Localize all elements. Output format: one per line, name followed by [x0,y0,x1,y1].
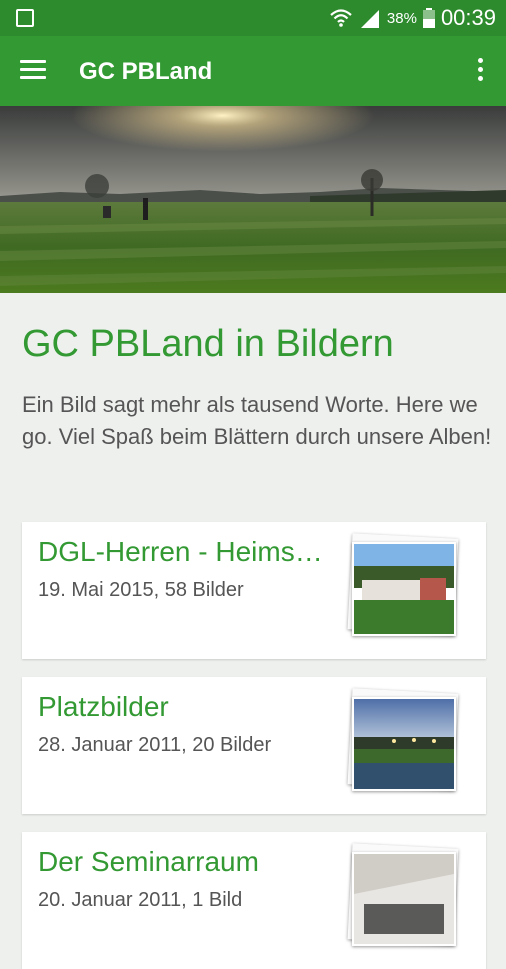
album-card[interactable]: Der Seminarraum 20. Januar 2011, 1 Bild [22,832,486,969]
album-title: Der Seminarraum [38,846,259,877]
menu-icon[interactable] [20,60,46,80]
page-title: GC PBLand in Bildern [22,323,394,365]
app-title: GC PBLand [79,58,213,85]
clock: 00:39 [440,5,496,30]
wifi-icon [330,9,352,27]
album-card[interactable]: Platzbilder 28. Januar 2011, 20 Bilder [22,677,486,814]
album-meta: 19. Mai 2015, 58 Bilder [38,579,244,601]
album-meta: 28. Januar 2011, 20 Bilder [38,734,272,756]
battery-percent: 38% [386,9,417,27]
album-thumbnail [347,533,460,640]
battery-icon [422,8,435,28]
more-options-icon[interactable] [478,58,484,84]
signal-icon [360,10,379,28]
album-thumbnail [347,843,460,950]
album-title: Platzbilder [38,691,169,722]
status-indicators: 38% 00:39 [329,0,496,36]
hero-image [0,106,506,293]
album-title: DGL-Herren - Heimspiel [38,536,328,567]
intro-text: Ein Bild sagt mehr als tausend Worte. He… [22,392,492,449]
gallery-notification-icon [16,9,34,27]
album-thumbnail [347,688,460,795]
app-bar: GC PBLand [0,36,506,106]
album-card[interactable]: DGL-Herren - Heimspiel 19. Mai 2015, 58 … [22,522,486,659]
status-bar: 38% 00:39 [0,0,506,36]
album-meta: 20. Januar 2011, 1 Bild [38,889,243,911]
